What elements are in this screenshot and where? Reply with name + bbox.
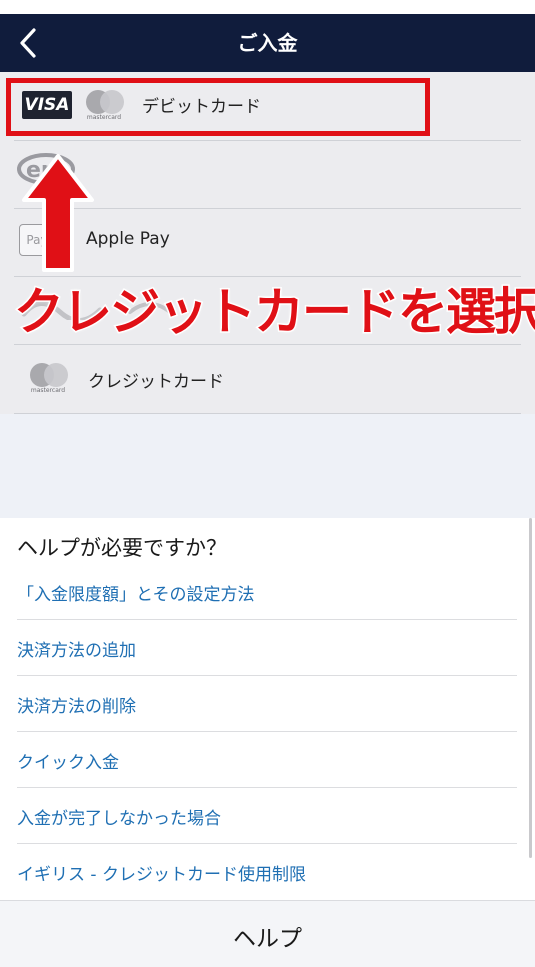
- method-credit-card[interactable]: mastercard クレジットカード: [0, 345, 535, 413]
- status-bar-area: [0, 0, 535, 14]
- back-button[interactable]: [10, 22, 50, 64]
- help-link-label: 決済方法の削除: [17, 697, 136, 717]
- help-link-quick-deposit[interactable]: クイック入金: [17, 748, 517, 804]
- arrow-up-icon: [22, 154, 94, 272]
- mastercard-circle-right: [44, 363, 68, 387]
- help-link-label: クイック入金: [17, 753, 119, 773]
- method-label: クレジットカード: [88, 372, 224, 392]
- header-bar: ご入金: [0, 14, 535, 72]
- divider: [17, 675, 517, 676]
- help-section: ヘルプが必要ですか？ 「入金限度額」とその設定方法 決済方法の追加 決済方法の削…: [0, 518, 535, 900]
- divider: [17, 619, 517, 620]
- mastercard-logo: mastercard: [28, 363, 68, 397]
- help-link-deposit-failed[interactable]: 入金が完了しなかった場合: [17, 804, 517, 860]
- divider: [14, 413, 521, 414]
- help-title: ヘルプが必要ですか？: [17, 536, 227, 560]
- help-link-label: 「入金限度額」とその設定方法: [17, 585, 255, 605]
- help-button[interactable]: ヘルプ: [0, 919, 535, 953]
- method-label: Apple Pay: [86, 229, 170, 249]
- mastercard-wordmark: mastercard: [30, 387, 66, 394]
- help-link-add-method[interactable]: 決済方法の追加: [17, 636, 517, 692]
- divider: [17, 787, 517, 788]
- annotation-caption: クレジットカードを選択: [13, 282, 535, 343]
- scrollbar[interactable]: [529, 518, 532, 858]
- help-link-deposit-limit[interactable]: 「入金限度額」とその設定方法: [17, 580, 517, 636]
- help-link-label: 決済方法の追加: [17, 641, 136, 661]
- help-link-remove-method[interactable]: 決済方法の削除: [17, 692, 517, 748]
- divider: [17, 843, 517, 844]
- help-link-label: 入金が完了しなかった場合: [17, 809, 221, 829]
- page-title: ご入金: [237, 31, 298, 55]
- highlight-box: [6, 78, 430, 136]
- divider: [17, 731, 517, 732]
- footer-bar: ヘルプ: [0, 900, 535, 967]
- help-link-label: イギリス - クレジットカード使用制限: [17, 865, 306, 885]
- chevron-left-icon: [20, 28, 36, 58]
